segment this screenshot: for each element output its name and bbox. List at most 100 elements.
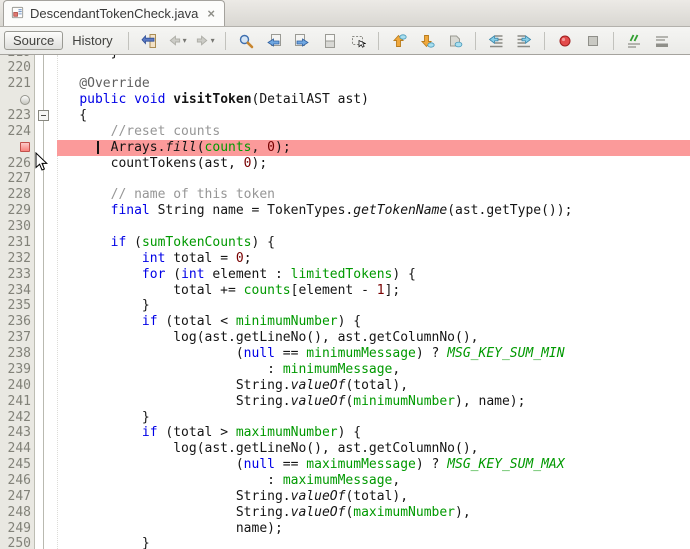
jump-last-edit-button[interactable] [136,30,162,52]
code-text[interactable]: public void visitToken(DetailAST ast) [0,92,369,108]
code-text[interactable]: countTokens(ast, 0); [0,156,267,172]
previous-bookmark-icon [391,33,407,49]
comment-icon [626,33,642,49]
code-line[interactable]: 243 if (total > maximumNumber) { [0,425,690,441]
code-line[interactable]: 233 for (int element : limitedTokens) { [0,267,690,283]
code-text[interactable]: if (sumTokenCounts) { [0,235,275,251]
code-text[interactable]: : maximumMessage, [0,473,400,489]
shift-right-icon [516,33,532,49]
code-line[interactable]: 249 name); [0,521,690,537]
code-text[interactable]: } [0,410,150,426]
find-previous-button[interactable] [261,30,287,52]
code-text[interactable]: log(ast.getLineNo(), ast.getColumnNo(), [0,330,478,346]
code-line[interactable]: 241 String.valueOf(minimumNumber), name)… [0,394,690,410]
code-text[interactable]: if (total > maximumNumber) { [0,425,361,441]
dropdown-caret-icon: ▾ [183,36,187,45]
find-button[interactable] [233,30,259,52]
code-line[interactable]: 231 if (sumTokenCounts) { [0,235,690,251]
text-caret [97,141,99,155]
next-bookmark-button[interactable] [414,30,440,52]
code-text[interactable]: final String name = TokenTypes.getTokenN… [0,203,572,219]
code-line[interactable]: 236 if (total < minimumNumber) { [0,314,690,330]
toggle-highlight-button[interactable] [317,30,343,52]
previous-bookmark-button[interactable] [386,30,412,52]
uncomment-button[interactable] [649,30,675,52]
code-text[interactable]: String.valueOf(maximumNumber), [0,505,471,521]
rectangular-selection-icon [350,33,366,49]
code-fold-collapse-icon[interactable] [38,110,49,121]
code-line[interactable]: 224 //reset counts [0,124,690,140]
line-number[interactable]: 227 [0,171,31,187]
code-text[interactable]: Arrays.fill(counts, 0); [0,140,291,156]
code-line[interactable]: 240 String.valueOf(total), [0,378,690,394]
line-number[interactable]: 220 [0,60,31,76]
code-text[interactable]: (null == minimumMessage) ? MSG_KEY_SUM_M… [0,346,565,362]
tab-bar: DescendantTokenCheck.java × [0,0,690,27]
toolbar-separator [378,32,379,50]
code-line[interactable]: 221 @Override [0,76,690,92]
code-line[interactable]: 246 : maximumMessage, [0,473,690,489]
code-text[interactable]: int total = 0; [0,251,252,267]
code-text[interactable]: String.valueOf(total), [0,489,408,505]
code-line[interactable]: 248 String.valueOf(maximumNumber), [0,505,690,521]
history-view-button[interactable]: History [63,31,121,50]
code-line[interactable]: 226 countTokens(ast, 0); [0,156,690,172]
code-line[interactable]: 237 log(ast.getLineNo(), ast.getColumnNo… [0,330,690,346]
code-text[interactable]: } [0,536,150,549]
find-next-button[interactable] [289,30,315,52]
tab-descendanttokencheck[interactable]: DescendantTokenCheck.java × [3,0,225,26]
next-bookmark-icon [419,33,435,49]
toolbar-separator [475,32,476,50]
code-text[interactable]: String.valueOf(minimumNumber), name); [0,394,525,410]
shift-left-button[interactable] [483,30,509,52]
code-line[interactable]: 234 total += counts[element - 1]; [0,283,690,299]
code-line[interactable]: Arrays.fill(counts, 0); [0,140,690,156]
toolbar-separator [128,32,129,50]
stop-macro-button[interactable] [580,30,606,52]
code-line[interactable]: 220 [0,60,690,76]
record-macro-button[interactable] [552,30,578,52]
source-view-button[interactable]: Source [4,31,63,50]
code-text[interactable]: name); [0,521,283,537]
code-line[interactable]: 250 } [0,536,690,549]
toggle-bookmark-button[interactable] [442,30,468,52]
code-line[interactable]: 229 final String name = TokenTypes.getTo… [0,203,690,219]
find-next-icon [294,33,310,49]
jump-last-edit-icon [141,33,157,49]
code-text[interactable]: } [0,298,150,314]
code-line[interactable]: 245 (null == maximumMessage) ? MSG_KEY_S… [0,457,690,473]
back-icon [167,33,182,48]
code-line[interactable]: 244 log(ast.getLineNo(), ast.getColumnNo… [0,441,690,457]
code-line[interactable]: public void visitToken(DetailAST ast) [0,92,690,108]
code-text[interactable]: total += counts[element - 1]; [0,283,400,299]
rectangular-selection-button[interactable] [345,30,371,52]
code-text[interactable]: String.valueOf(total), [0,378,408,394]
code-line[interactable]: 238 (null == minimumMessage) ? MSG_KEY_S… [0,346,690,362]
code-text[interactable]: log(ast.getLineNo(), ast.getColumnNo(), [0,441,478,457]
code-text[interactable]: if (total < minimumNumber) { [0,314,361,330]
code-text[interactable]: // name of this token [0,187,275,203]
forward-button[interactable]: ▾ [192,30,218,52]
code-line[interactable]: 242 } [0,410,690,426]
dropdown-caret-icon: ▾ [211,36,215,45]
comment-button[interactable] [621,30,647,52]
code-text[interactable]: for (int element : limitedTokens) { [0,267,416,283]
code-line[interactable]: 228 // name of this token [0,187,690,203]
code-line[interactable]: 235 } [0,298,690,314]
back-button[interactable]: ▾ [164,30,190,52]
close-icon[interactable]: × [207,7,215,20]
code-text[interactable]: : minimumMessage, [0,362,400,378]
shift-right-button[interactable] [511,30,537,52]
code-line[interactable]: 232 int total = 0; [0,251,690,267]
code-editor[interactable]: 219 }220221 @Override public void visitT… [0,55,690,549]
code-line[interactable]: 247 String.valueOf(total), [0,489,690,505]
code-text[interactable]: @Override [0,76,150,92]
shift-left-icon [488,33,504,49]
code-line[interactable]: 230 [0,219,690,235]
code-line[interactable]: 239 : minimumMessage, [0,362,690,378]
line-number[interactable]: 230 [0,219,31,235]
code-line[interactable]: 227 [0,171,690,187]
code-line[interactable]: 223 { [0,108,690,124]
code-text[interactable]: (null == maximumMessage) ? MSG_KEY_SUM_M… [0,457,565,473]
code-text[interactable]: //reset counts [0,124,220,140]
